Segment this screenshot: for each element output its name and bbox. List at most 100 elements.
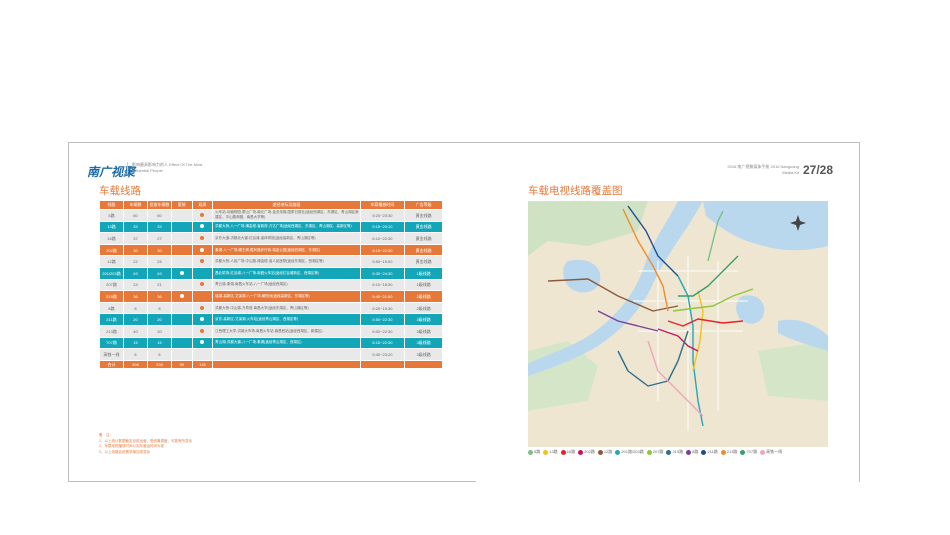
table-cell [212,348,361,361]
table-cell [191,266,214,280]
table-cell: 6:15~22:30 [359,336,406,350]
table-header-cell: 双屏 [191,200,214,210]
table-cell: 40 [123,324,148,338]
dot-marker [200,224,205,229]
table-cell [171,290,193,303]
table-cell: 5:30~24:30 [359,266,406,280]
table-cell [191,290,214,303]
table-cell [171,232,193,245]
legend-label: 213路 [726,449,738,454]
table-cell: 36 [147,290,172,303]
table-cell [171,301,193,315]
table-cell [191,278,214,292]
table-cell: 5:50~19:00 [359,255,406,268]
table-row: 219路 36 36 瑶湖-高新区-艾溪湖-八一广场-朝阳洲(途经高新区、东湖区等) 5… [99,290,443,303]
brochure-spread: 南广视聚 影响最具影响力的人 Effect Of The Most Influe… [68,142,860,482]
legend-item: 211路 [701,449,718,455]
table-cell: 219路 [99,290,124,303]
legend-item: 8路 [686,449,698,455]
table-cell: 16路 [99,232,124,245]
legend-item: 213路 [720,449,738,455]
table-cell: 27 [147,232,172,245]
table-cell: 黄金线路 [404,220,443,234]
map-graphic [528,201,828,447]
legend-swatch [701,449,707,455]
table-cell: 洪都大桥-中山路-万寿宫-南昌大学(途经东湖区、青山湖区等) [212,301,361,315]
table-cell [191,301,214,315]
table-cell: 5:40~21:00 [359,290,406,303]
table-cell: 6:15~22:30 [359,243,406,257]
table-cell [171,243,193,257]
table-cell [191,336,214,350]
table-cell: 37 [123,232,148,245]
table-header-cell: 线路 [99,200,124,210]
table-cell [191,324,214,338]
table-cell: 201/203路 [99,266,124,280]
table-cell: 6:20~19:30 [359,301,406,315]
table-cell: 20 [147,324,172,338]
table-header-row: 线路 车辆数 投放车辆数 套装 双屏 途经地标及路段 车载播放时间 广告等级 [99,200,443,210]
table-cell: 36 [123,290,148,303]
logo-tagline: 影响最具影响力的人 Effect Of The Most Influential… [127,162,207,174]
table-cell: 6:10~22:30 [359,232,406,245]
table-cell [171,348,193,361]
table-cell: 8 [123,301,148,315]
table-cell: 高铁一线 [99,348,124,361]
table-row: 12路 22 25 洪都大桥-人民广场-中山路-绳金塔-省人民医院(途经东湖区、西湖区… [99,255,443,268]
legend-item: 高铁一线 [760,449,782,455]
table-cell: 瑶湖-高新区-艾溪湖-八一广场-朝阳洲(途经高新区、东湖区等) [212,290,361,303]
table-cell: 30 [147,243,172,257]
table-cell: 3级线路 [404,313,443,326]
table-cell [191,209,214,222]
dot-marker [200,317,205,322]
legend-label: 707路 [746,449,758,454]
table-row: 707路 15 15 青山湖-洪都大道-八一广场-象湖(途经青山湖区、西湖区) 6:15… [99,336,443,350]
table-cell: 63 [147,266,172,280]
legend-swatch [578,449,584,455]
table-total-row: 合计 396 339 99 118 [99,359,443,369]
table-cell: 60 [123,209,148,222]
legend-label: 12路 [603,449,613,454]
table-cell: 5:20~23:30 [359,209,406,222]
table-cell: 396 [123,359,148,369]
table-cell: 3级线路 [404,348,443,361]
table-cell: 5:40~23:20 [359,348,406,361]
table-cell [171,324,193,338]
dot-marker [200,305,205,310]
table-header-cell: 投放车辆数 [147,200,172,210]
table-body: 5路 60 60 火车站-动植物园-蒙山广场-鼎元广场-金亚传媒-国泰日报社(途经西湖… [99,209,443,369]
table-cell: 1级线路 [404,278,443,292]
table-cell: 30 [123,243,148,257]
dot-marker [200,259,205,264]
table-cell [171,313,193,326]
legend-item: 201路/203路 [615,449,644,455]
table-row: 13路 33 33 洪都大桥-八一广场-绳金塔-省政府-万达广场(途经西湖区、东湖区、… [99,220,443,234]
route-table: 线路 车辆数 投放车辆数 套装 双屏 途经地标及路段 车载播放时间 广告等级 5路 60 60 火车… [99,200,443,369]
legend-item: 202路 [578,449,595,455]
table-cell: 20 [123,313,148,326]
table-cell [359,359,406,369]
table-cell: 3级线路 [404,336,443,350]
table-cell: 2级线路 [404,290,443,303]
table-cell: 707路 [99,336,124,350]
table-cell: 京东-高新区-艾溪湖-火车站(途经青山湖区、西湖区等) [212,313,361,326]
table-cell [171,255,193,268]
table-cell: 12路 [99,255,124,268]
table-cell: 5路 [99,209,124,222]
table-cell: 京东大道-洪都北大道-红谷滩-省体育馆(途经高新区、青山湖区等) [212,232,361,245]
table-cell: 青云谱-象湖-南昌火车站-八一广场(途经西湖区) [212,278,361,292]
table-cell: 黄金线路 [404,255,443,268]
table-cell [191,348,214,361]
table-header-cell: 车辆数 [123,200,148,210]
table-cell [191,220,214,234]
table-cell: 江西理工大学-洪城大市场-南昌火车站-南昌西站(途经西湖区、新建区) [212,324,361,338]
table-cell: 5:15~20:10 [359,220,406,234]
table-cell: 黄金线路 [404,209,443,222]
table-cell: 1级线路 [404,266,443,280]
table-row: 5路 60 60 火车站-动植物园-蒙山广场-鼎元广场-金亚传媒-国泰日报社(途经西湖… [99,209,443,222]
legend-item: 219路 [666,449,683,455]
page-number: 27/28 [802,163,833,177]
table-cell [171,336,193,350]
table-cell: 2级线路 [404,301,443,315]
map-park-area [758,341,828,401]
